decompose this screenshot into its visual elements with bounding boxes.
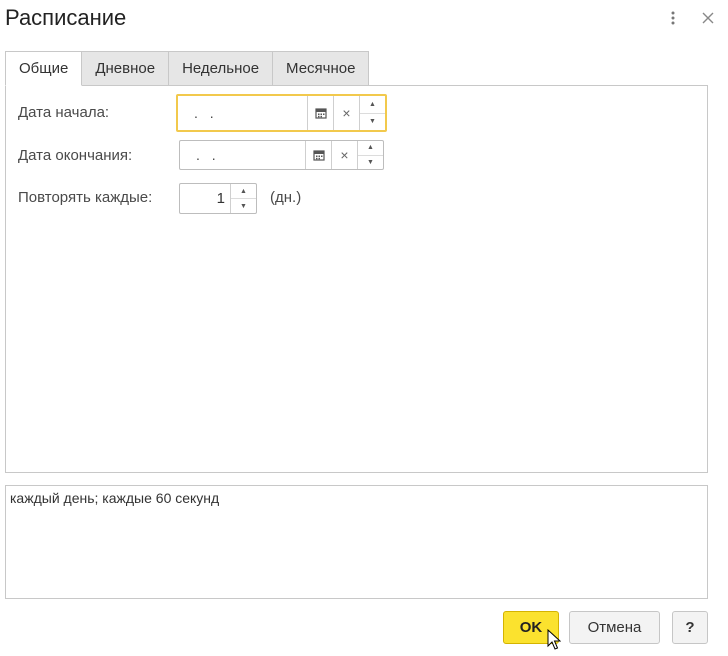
window-title: Расписание — [5, 5, 127, 30]
schedule-summary: каждый день; каждые 60 секунд — [5, 485, 708, 599]
end-date-spinner[interactable]: ▲ ▼ — [357, 141, 383, 169]
spin-up-icon[interactable]: ▲ — [358, 141, 383, 156]
tab-monthly[interactable]: Месячное — [273, 51, 370, 86]
clear-icon[interactable]: × — [331, 141, 357, 169]
help-button[interactable]: ? — [672, 611, 708, 644]
end-date-label: Дата окончания: — [18, 147, 133, 164]
clear-icon[interactable]: × — [333, 96, 359, 130]
start-date-label: Дата начала: — [18, 104, 110, 121]
repeat-interval-field[interactable]: 1 ▲ ▼ — [179, 183, 257, 214]
spin-down-icon[interactable]: ▼ — [360, 114, 385, 131]
repeat-label: Повторять каждые: — [18, 189, 153, 206]
spin-down-icon[interactable]: ▼ — [358, 156, 383, 170]
close-icon[interactable] — [698, 8, 718, 28]
start-date-input[interactable]: . . — [178, 96, 307, 130]
tab-general[interactable]: Общие — [5, 51, 83, 86]
calendar-icon[interactable] — [305, 141, 331, 169]
tab-bar: Общие Дневное Недельное Месячное — [5, 51, 370, 86]
spin-up-icon[interactable]: ▲ — [231, 184, 256, 199]
end-date-field[interactable]: . . × ▲ ▼ — [179, 140, 384, 170]
spin-down-icon[interactable]: ▼ — [231, 199, 256, 213]
repeat-unit-label: (дн.) — [270, 189, 302, 206]
repeat-interval-spinner[interactable]: ▲ ▼ — [230, 184, 256, 213]
repeat-interval-input[interactable]: 1 — [180, 184, 230, 213]
tab-weekly[interactable]: Недельное — [169, 51, 274, 86]
spin-up-icon[interactable]: ▲ — [360, 96, 385, 114]
calendar-icon[interactable] — [307, 96, 333, 130]
cancel-button[interactable]: Отмена — [569, 611, 660, 644]
start-date-spinner[interactable]: ▲ ▼ — [359, 96, 385, 130]
tab-daily[interactable]: Дневное — [82, 51, 170, 86]
more-vertical-icon[interactable] — [663, 8, 683, 28]
mouse-pointer-icon — [547, 628, 562, 656]
start-date-field[interactable]: . . × ▲ ▼ — [176, 94, 387, 132]
end-date-input[interactable]: . . — [180, 141, 305, 169]
